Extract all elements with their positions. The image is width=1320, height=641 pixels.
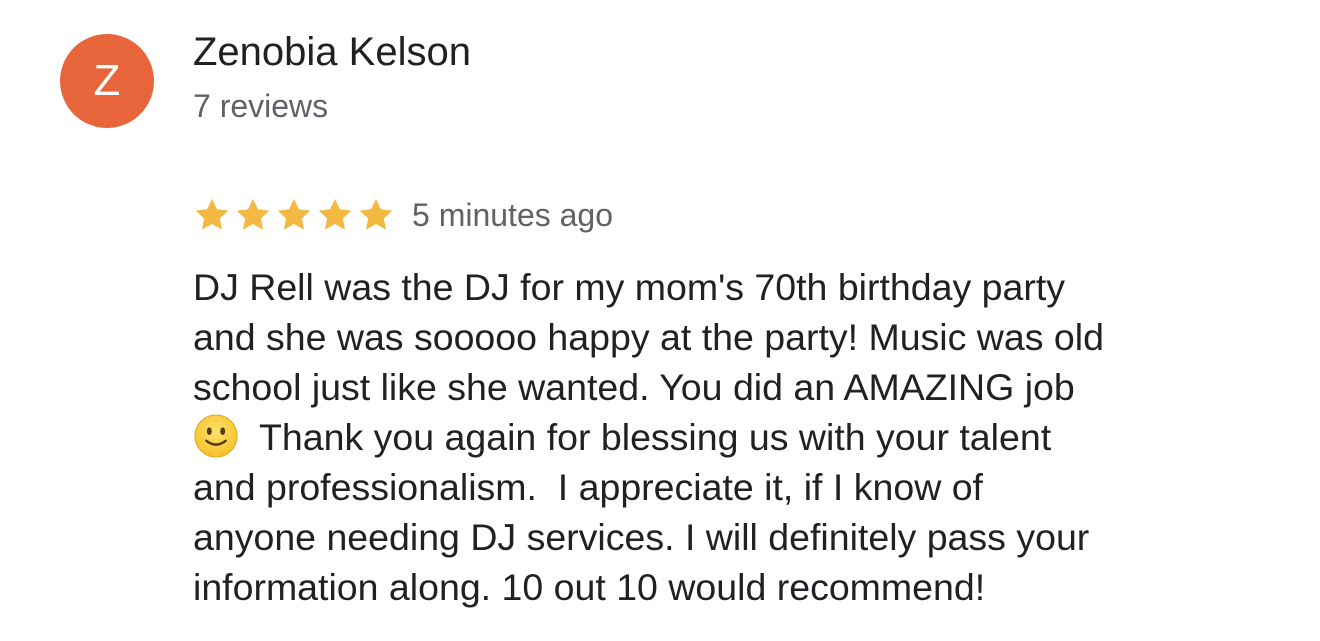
review-timestamp: 5 minutes ago [412, 196, 614, 233]
review-line: anyone needing DJ services. I will defin… [193, 516, 1090, 558]
slightly-smiling-face-icon [193, 413, 239, 459]
review-card: Z Zenobia Kelson 7 reviews 5 minutes ago… [0, 0, 1320, 641]
star-rating [193, 196, 398, 234]
star-icon [193, 196, 231, 234]
review-body: DJ Rell was the DJ for my mom's 70th bir… [193, 262, 1283, 612]
avatar[interactable]: Z [60, 34, 154, 128]
star-icon [234, 196, 272, 234]
rating-row: 5 minutes ago [193, 194, 613, 236]
review-line-text: Thank you again for blessing us with you… [259, 416, 1052, 458]
review-line: and professionalism. I appreciate it, if… [193, 466, 983, 508]
review-line: school just like she wanted. You did an … [193, 366, 1075, 408]
review-line: information along. 10 out 10 would recom… [193, 566, 986, 608]
star-icon [275, 196, 313, 234]
star-icon [316, 196, 354, 234]
avatar-initial: Z [93, 56, 121, 105]
star-icon [357, 196, 395, 234]
review-line-with-emoji: Thank you again for blessing us with you… [193, 412, 1283, 462]
review-line: DJ Rell was the DJ for my mom's 70th bir… [193, 266, 1066, 308]
reviewer-name[interactable]: Zenobia Kelson [193, 30, 471, 75]
review-count[interactable]: 7 reviews [193, 88, 328, 125]
review-line: and she was sooooo happy at the party! M… [193, 316, 1104, 358]
